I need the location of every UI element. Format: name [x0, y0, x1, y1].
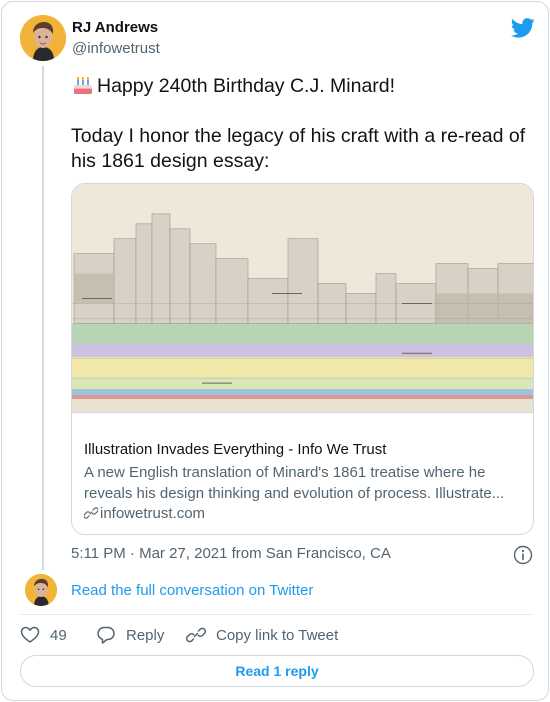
info-icon[interactable] [513, 545, 533, 565]
copy-link-label: Copy link to Tweet [216, 626, 339, 644]
small-avatar-image [25, 574, 57, 606]
author-handle[interactable]: @infowetrust [72, 40, 160, 57]
tweet-embed-card: RJ Andrews @infowetrust Happy 240th Birt… [1, 1, 549, 701]
twitter-bird-icon[interactable] [511, 18, 535, 38]
copy-link-button[interactable]: Copy link to Tweet [186, 625, 338, 645]
birthday-cake-icon [74, 76, 92, 94]
link-icon [84, 507, 98, 519]
reply-button[interactable]: Reply [96, 625, 164, 645]
reply-label: Reply [126, 626, 165, 644]
tweet-text: Happy 240th Birthday C.J. Minard! Today … [71, 72, 541, 174]
read-replies-button[interactable]: Read 1 reply [20, 655, 534, 687]
heart-icon [20, 626, 40, 643]
tweet-timestamp[interactable]: 5:11 PM · Mar 27, 2021 from San Francisc… [71, 545, 391, 562]
tweet-line-3: his 1861 design essay: [71, 150, 270, 172]
like-count: 49 [50, 626, 67, 644]
link-card-title[interactable]: Illustration Invades Everything - Info W… [84, 441, 386, 458]
link-card-description-line-1: A new English translation of Minard's 18… [84, 464, 486, 481]
read-conversation-link[interactable]: Read the full conversation on Twitter [71, 582, 313, 599]
conversation-avatar[interactable] [25, 574, 57, 606]
link-card-description-line-2: reveals his design thinking and evolutio… [84, 485, 505, 502]
author-name[interactable]: RJ Andrews [72, 19, 158, 36]
avatar-image [20, 15, 66, 61]
link-preview-image [72, 184, 533, 413]
tweet-line-2: Today I honor the legacy of his craft wi… [71, 125, 526, 147]
author-avatar[interactable] [20, 15, 66, 61]
like-button[interactable]: 49 [20, 625, 67, 645]
reply-icon [97, 626, 115, 644]
link-icon [186, 627, 206, 643]
thread-line [42, 66, 44, 570]
link-card-description: A new English translation of Minard's 18… [84, 462, 526, 504]
link-card-domain[interactable]: infowetrust.com [84, 505, 205, 522]
link-card-domain-text: infowetrust.com [100, 505, 206, 522]
link-preview-card[interactable]: Illustration Invades Everything - Info W… [71, 183, 534, 535]
divider [20, 614, 534, 615]
tweet-line-1: Happy 240th Birthday C.J. Minard! [97, 75, 396, 97]
